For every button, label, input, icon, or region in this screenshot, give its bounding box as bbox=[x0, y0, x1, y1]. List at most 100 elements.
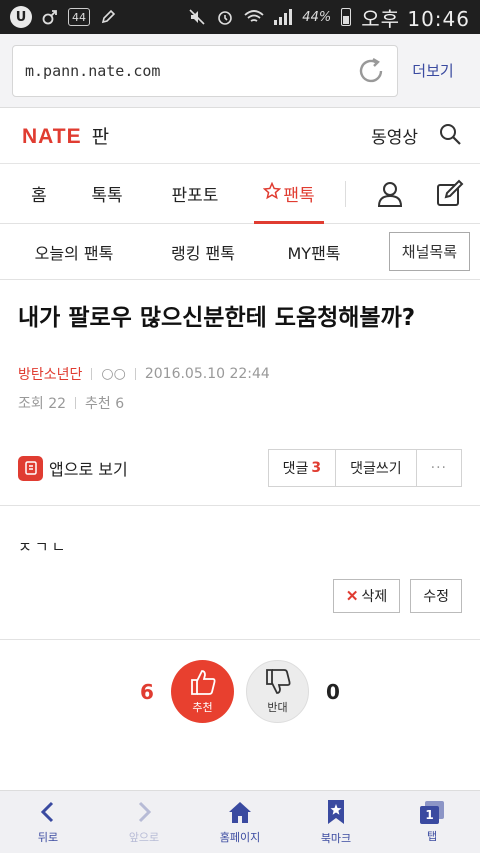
meta-divider bbox=[75, 397, 77, 409]
search-icon[interactable] bbox=[438, 122, 462, 150]
oppose-vote-count: 0 bbox=[326, 679, 340, 704]
logo[interactable]: NATE 판 bbox=[22, 122, 109, 149]
app-view-label: 앱으로 보기 bbox=[49, 460, 128, 479]
browser-toolbar: m.pann.nate.com 더보기 bbox=[0, 34, 480, 108]
site-header: NATE 판 동영상 bbox=[0, 108, 480, 164]
comments-button[interactable]: 댓글 3 bbox=[268, 450, 337, 486]
url-text[interactable]: m.pann.nate.com bbox=[25, 62, 355, 80]
post-date: 2016.05.10 22:44 bbox=[144, 366, 270, 382]
article-stats: 조회 22 추천 6 bbox=[18, 393, 462, 413]
signal-icon bbox=[274, 9, 293, 25]
action-row: 앱으로 보기 댓글 3 댓글쓰기 ··· bbox=[18, 449, 462, 487]
meta-divider bbox=[134, 368, 136, 380]
divider bbox=[0, 639, 480, 640]
thumbs-down-icon bbox=[263, 668, 293, 699]
address-bar[interactable]: m.pann.nate.com bbox=[12, 44, 398, 97]
nav-icons bbox=[345, 164, 480, 223]
article-title: 내가 팔로우 많으신분한테 도움청해볼까? bbox=[18, 305, 416, 331]
view-count: 조회 22 bbox=[18, 396, 67, 412]
oppose-label: 반대 bbox=[267, 701, 288, 714]
tabs-icon: 1 bbox=[418, 800, 446, 826]
app-icon bbox=[18, 455, 43, 481]
comment-button-group: 댓글 3 댓글쓰기 ··· bbox=[267, 449, 462, 487]
alarm-icon bbox=[216, 8, 234, 26]
write-icon[interactable] bbox=[420, 179, 480, 209]
homepage-label: 홈페이지 bbox=[219, 830, 261, 844]
write-comment-button[interactable]: 댓글쓰기 bbox=[336, 450, 417, 486]
vote-row: 6 추천 반대 0 bbox=[0, 660, 480, 723]
sub-nav: 오늘의 팬톡 랭킹 팬톡 MY팬톡 채널목록 bbox=[0, 224, 480, 280]
edit-button[interactable]: 수정 bbox=[410, 579, 462, 613]
clock: 오후 10:46 bbox=[361, 6, 470, 31]
chevron-right-icon bbox=[133, 800, 155, 827]
reload-icon[interactable] bbox=[355, 55, 387, 87]
status-right: 44% 오후 10:46 bbox=[188, 3, 470, 32]
home-icon bbox=[227, 800, 253, 827]
tab-panphoto-label: 판포토 bbox=[171, 186, 219, 206]
author-name[interactable]: 방탄소년단 bbox=[18, 364, 82, 384]
chevron-left-icon bbox=[37, 800, 59, 827]
tabs-label: 탭 bbox=[426, 830, 438, 843]
star-icon bbox=[263, 181, 282, 205]
channel-list-button[interactable]: 채널목록 bbox=[388, 232, 470, 271]
bookmark-icon bbox=[325, 799, 347, 828]
meta-divider bbox=[91, 368, 93, 380]
battery-percent: 44% bbox=[302, 9, 332, 25]
pencil-icon bbox=[100, 9, 116, 25]
sub-tab-today[interactable]: 오늘의 팬톡 bbox=[0, 240, 148, 264]
recommend-button[interactable]: 추천 bbox=[171, 660, 234, 723]
tab-toktok-label: 톡톡 bbox=[91, 186, 123, 206]
male-symbol-icon bbox=[42, 9, 58, 25]
forward-button[interactable]: 앞으로 bbox=[96, 791, 192, 853]
tab-panphoto[interactable]: 판포토 bbox=[136, 164, 254, 223]
comments-label: 댓글 bbox=[282, 461, 309, 477]
header-right: 동영상 bbox=[371, 122, 462, 150]
tab-fantalk[interactable]: 팬톡 bbox=[254, 164, 324, 224]
delete-label: 삭제 bbox=[361, 588, 388, 604]
tab-fantalk-label: 팬톡 bbox=[283, 186, 315, 206]
author-mark: ○○ bbox=[101, 366, 126, 382]
recommend-label: 추천 bbox=[192, 701, 213, 714]
bookmark-label: 북마크 bbox=[320, 831, 352, 845]
mute-icon bbox=[188, 8, 206, 26]
nav-divider bbox=[345, 180, 346, 207]
app-view-link[interactable]: 앱으로 보기 bbox=[18, 455, 128, 481]
thumbs-up-icon bbox=[188, 668, 218, 699]
more-button[interactable]: 더보기 bbox=[398, 60, 468, 81]
tab-home-label: 홈 bbox=[31, 186, 47, 206]
bookmark-button[interactable]: 북마크 bbox=[288, 791, 384, 853]
tabs-button[interactable]: 1 탭 bbox=[384, 791, 480, 853]
recommend-vote-count: 6 bbox=[140, 679, 154, 704]
wifi-icon bbox=[244, 9, 264, 25]
article-body: ㅈㄱㄴ bbox=[18, 538, 69, 556]
back-label: 뒤로 bbox=[37, 830, 59, 844]
back-button[interactable]: 뒤로 bbox=[0, 791, 96, 853]
battery-icon bbox=[341, 8, 352, 26]
status-bar: U 44 44% 오후 10:46 bbox=[0, 0, 480, 34]
oppose-button[interactable]: 반대 bbox=[246, 660, 309, 723]
homepage-button[interactable]: 홈페이지 bbox=[192, 791, 288, 853]
tab-home[interactable]: 홈 bbox=[0, 164, 78, 223]
article: 내가 팔로우 많으신분한테 도움청해볼까? 방탄소년단 ○○ 2016.05.1… bbox=[0, 302, 480, 487]
logo-nate: NATE bbox=[22, 125, 82, 148]
delete-button[interactable]: ✕ 삭제 bbox=[332, 579, 401, 613]
forward-label: 앞으로 bbox=[128, 830, 160, 844]
video-link[interactable]: 동영상 bbox=[371, 123, 418, 148]
sub-tab-ranking[interactable]: 랭킹 팬톡 bbox=[148, 240, 258, 264]
delete-x-icon: ✕ bbox=[345, 588, 359, 605]
edit-row: ✕ 삭제 수정 bbox=[0, 579, 480, 613]
user-icon[interactable] bbox=[360, 180, 420, 208]
status-left: U 44 bbox=[10, 6, 116, 28]
recommend-count: 추천 6 bbox=[85, 396, 125, 412]
more-options-button[interactable]: ··· bbox=[416, 450, 461, 486]
browser-bottom-bar: 뒤로 앞으로 홈페이지 북마크 1 탭 bbox=[0, 790, 480, 853]
main-nav: 홈 톡톡 판포토 팬톡 bbox=[0, 164, 480, 224]
logo-pan: 판 bbox=[91, 126, 110, 148]
article-meta: 방탄소년단 ○○ 2016.05.10 22:44 bbox=[18, 364, 462, 384]
tab-count: 1 bbox=[425, 808, 434, 822]
comment-count: 3 bbox=[311, 460, 322, 476]
data-usage-icon: 44 bbox=[68, 8, 90, 26]
sub-tab-my[interactable]: MY팬톡 bbox=[258, 240, 370, 264]
notification-badge-icon: U bbox=[10, 6, 32, 28]
tab-toktok[interactable]: 톡톡 bbox=[78, 164, 136, 223]
